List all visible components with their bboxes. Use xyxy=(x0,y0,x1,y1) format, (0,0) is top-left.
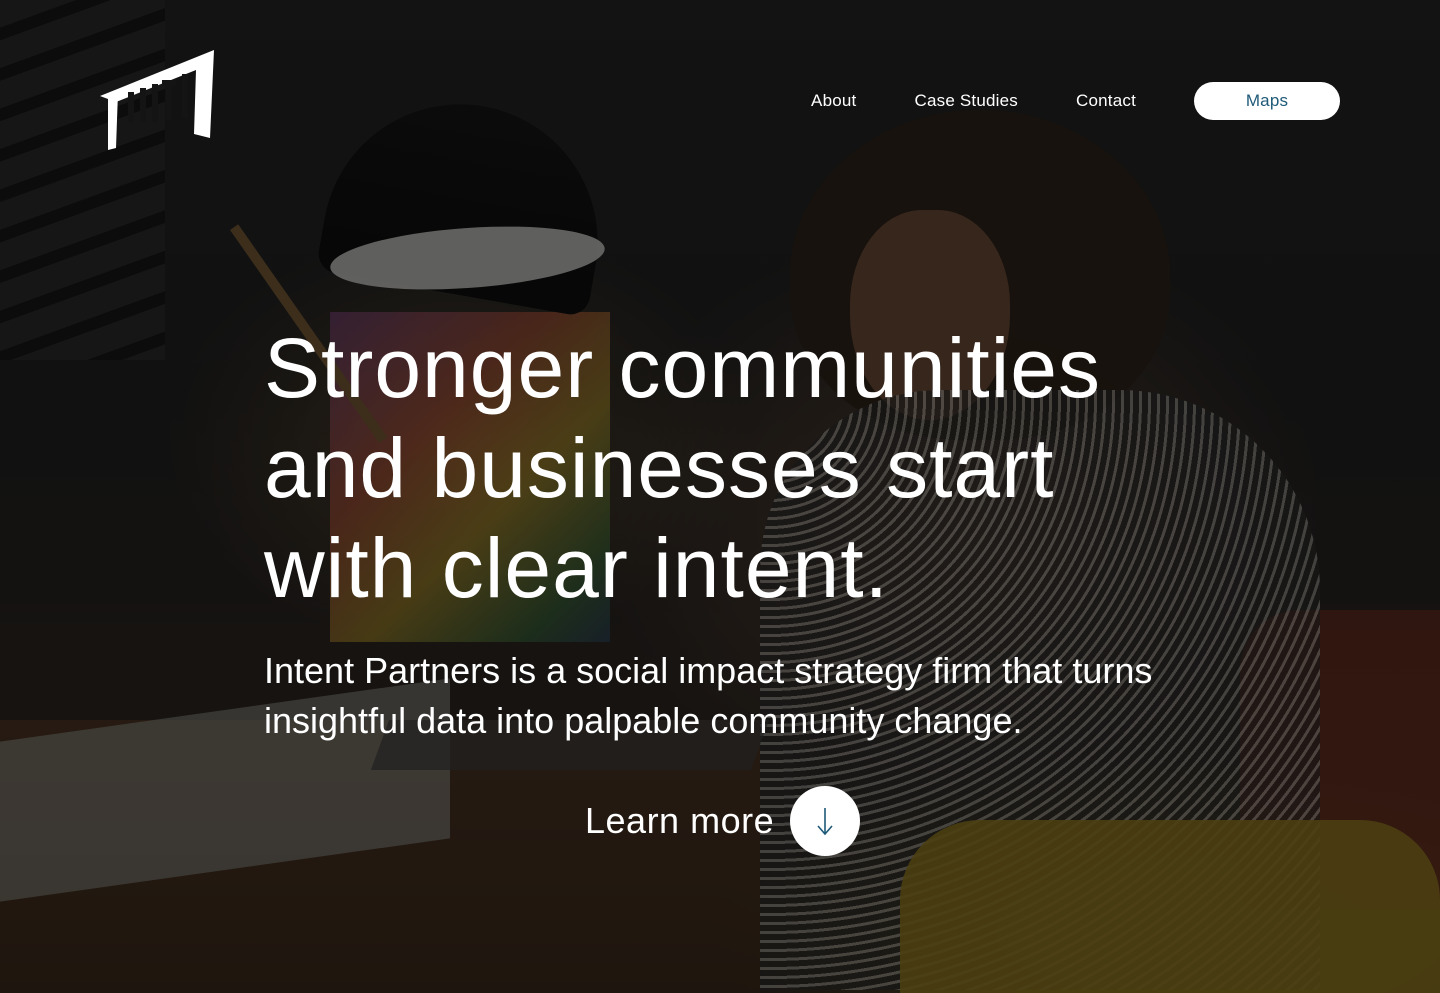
hero-headline: Stronger communities and businesses star… xyxy=(264,318,1101,618)
headline-line-2: and businesses start xyxy=(264,421,1055,515)
intent-flag-logo-icon xyxy=(100,50,214,150)
arrow-down-icon xyxy=(817,808,833,836)
main-nav: About Case Studies Contact Maps xyxy=(811,82,1340,120)
headline-line-1: Stronger communities xyxy=(264,321,1101,415)
headline-line-3: with clear intent. xyxy=(264,521,889,615)
hero-subtext: Intent Partners is a social impact strat… xyxy=(264,650,1153,741)
nav-case-studies[interactable]: Case Studies xyxy=(914,91,1018,111)
learn-more-label: Learn more xyxy=(585,800,775,841)
nav-contact[interactable]: Contact xyxy=(1076,91,1136,111)
learn-more-button[interactable]: Learn more xyxy=(585,786,861,856)
intent-logo[interactable] xyxy=(98,48,218,152)
nav-about[interactable]: About xyxy=(811,91,856,111)
learn-more-circle xyxy=(790,786,861,856)
maps-button[interactable]: Maps xyxy=(1194,82,1340,120)
hero-section: About Case Studies Contact Maps Stronger… xyxy=(0,0,1440,993)
